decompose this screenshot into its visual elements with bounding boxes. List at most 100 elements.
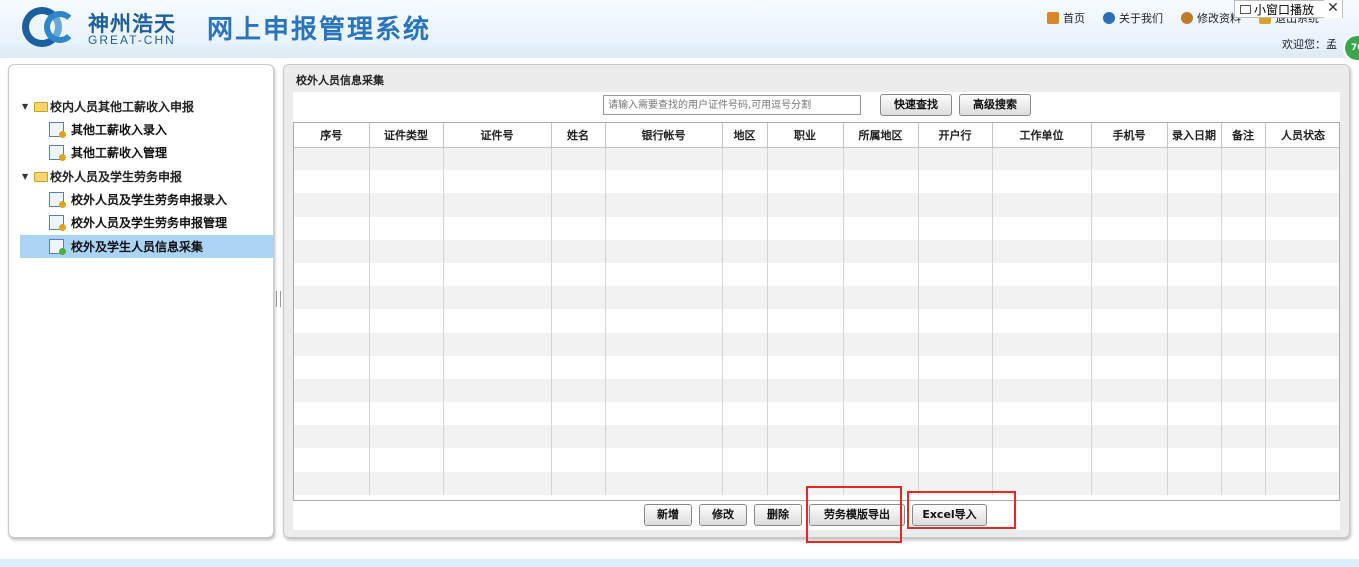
sidebar-item-labor-entry[interactable]: 校外人员及学生劳务申报录入 <box>49 189 265 209</box>
table-cell <box>1265 309 1339 333</box>
table-cell <box>551 402 606 426</box>
table-row[interactable] <box>294 355 1339 379</box>
status-badge[interactable]: 70 <box>1343 34 1359 62</box>
table-cell <box>605 378 723 403</box>
data-grid[interactable]: 序号 证件类型 证件号 姓名 银行帐号 地区 职业 所属地区 开户行 工作单位 … <box>293 122 1340 501</box>
table-cell <box>767 147 844 171</box>
col-header-note[interactable]: 备注 <box>1221 123 1266 148</box>
table-cell <box>605 193 723 217</box>
table-cell <box>1265 471 1339 495</box>
table-cell <box>722 332 768 356</box>
table-cell <box>722 239 768 263</box>
system-title: 网上申报管理系统 <box>207 15 432 45</box>
col-header-status[interactable]: 人员状态 <box>1265 123 1339 148</box>
table-header-row: 序号 证件类型 证件号 姓名 银行帐号 地区 职业 所属地区 开户行 工作单位 … <box>294 123 1339 148</box>
table-cell <box>1221 147 1266 171</box>
table-cell <box>1167 239 1222 263</box>
table-cell <box>294 425 370 449</box>
table-cell <box>443 332 552 356</box>
table-cell <box>605 147 723 171</box>
col-header-region[interactable]: 地区 <box>722 123 768 148</box>
table-row[interactable] <box>294 332 1339 356</box>
table-row[interactable] <box>294 309 1339 333</box>
sidebar-item-other-income-entry[interactable]: 其他工薪收入录入 <box>49 119 265 139</box>
quick-search-button[interactable]: 快速查找 <box>880 94 952 116</box>
table-cell <box>1221 309 1266 333</box>
sidebar-item-label: 其他工薪收入录入 <box>71 122 168 137</box>
table-cell <box>1221 262 1266 287</box>
table-cell <box>1221 170 1266 194</box>
table-cell <box>1167 147 1222 171</box>
table-cell <box>843 309 919 333</box>
col-header-id-type[interactable]: 证件类型 <box>369 123 444 148</box>
table-cell <box>722 471 768 495</box>
table-cell <box>992 262 1092 287</box>
table-cell <box>1091 193 1168 217</box>
table-cell <box>369 378 444 403</box>
table-cell <box>294 309 370 333</box>
table-cell <box>551 332 606 356</box>
col-header-area[interactable]: 所属地区 <box>843 123 919 148</box>
table-cell <box>1265 170 1339 194</box>
col-header-bank[interactable]: 开户行 <box>918 123 993 148</box>
add-button[interactable]: 新增 <box>644 504 692 526</box>
table-row[interactable] <box>294 262 1339 287</box>
col-header-id-number[interactable]: 证件号 <box>443 123 552 148</box>
table-row[interactable] <box>294 147 1339 171</box>
table-cell <box>605 425 723 449</box>
table-cell <box>1091 332 1168 356</box>
edit-button[interactable]: 修改 <box>699 504 747 526</box>
col-header-employer[interactable]: 工作单位 <box>992 123 1092 148</box>
col-header-bank-account[interactable]: 银行帐号 <box>605 123 723 148</box>
table-cell <box>443 193 552 217</box>
close-icon[interactable]: ✕ <box>1324 0 1342 18</box>
table-cell <box>1221 355 1266 379</box>
table-row[interactable] <box>294 425 1339 449</box>
table-cell <box>992 193 1092 217</box>
col-header-entry-date[interactable]: 录入日期 <box>1167 123 1222 148</box>
table-cell <box>1091 448 1168 472</box>
form-edit-icon <box>49 214 66 231</box>
col-header-name[interactable]: 姓名 <box>551 123 606 148</box>
table-cell <box>1167 332 1222 356</box>
nav-home[interactable]: 首页 <box>1047 10 1085 26</box>
table-cell <box>605 286 723 310</box>
table-cell <box>1167 262 1222 287</box>
table-cell <box>1091 170 1168 194</box>
nav-edit-profile[interactable]: 修改资料 <box>1181 10 1241 26</box>
table-row[interactable] <box>294 239 1339 263</box>
table-cell <box>992 216 1092 240</box>
nav-about[interactable]: 关于我们 <box>1103 10 1163 26</box>
sidebar-item-label: 校外人员及学生劳务申报录入 <box>71 192 228 207</box>
advanced-search-button[interactable]: 高级搜索 <box>959 94 1031 116</box>
col-header-phone[interactable]: 手机号 <box>1091 123 1168 148</box>
table-row[interactable] <box>294 170 1339 194</box>
search-input[interactable] <box>603 95 861 115</box>
panel-splitter-handle[interactable] <box>276 291 281 307</box>
col-header-occupation[interactable]: 职业 <box>767 123 844 148</box>
table-cell <box>369 309 444 333</box>
sidebar-item-info-collection[interactable]: 校外及学生人员信息采集 <box>20 235 273 258</box>
table-row[interactable] <box>294 216 1339 240</box>
table-row[interactable] <box>294 378 1339 403</box>
table-cell <box>767 170 844 194</box>
table-cell <box>992 378 1092 403</box>
col-header-index[interactable]: 序号 <box>294 123 370 148</box>
table-cell <box>1221 448 1266 472</box>
table-row[interactable] <box>294 402 1339 426</box>
table-cell <box>918 286 993 310</box>
table-cell <box>1221 332 1266 356</box>
sidebar-item-labor-manage[interactable]: 校外人员及学生劳务申报管理 <box>49 212 265 232</box>
table-row[interactable] <box>294 193 1339 217</box>
table-cell <box>843 262 919 287</box>
table-cell <box>443 471 552 495</box>
table-cell <box>294 216 370 240</box>
tree-group-external[interactable]: ▼ 校外人员及学生劳务申报 <box>22 168 182 185</box>
delete-button[interactable]: 删除 <box>754 504 802 526</box>
table-cell <box>1167 448 1222 472</box>
table-row[interactable] <box>294 448 1339 472</box>
table-cell <box>605 448 723 472</box>
sidebar-item-other-income-manage[interactable]: 其他工薪收入管理 <box>49 142 265 162</box>
tree-group-internal[interactable]: ▼ 校内人员其他工薪收入申报 <box>22 98 194 115</box>
table-row[interactable] <box>294 286 1339 310</box>
